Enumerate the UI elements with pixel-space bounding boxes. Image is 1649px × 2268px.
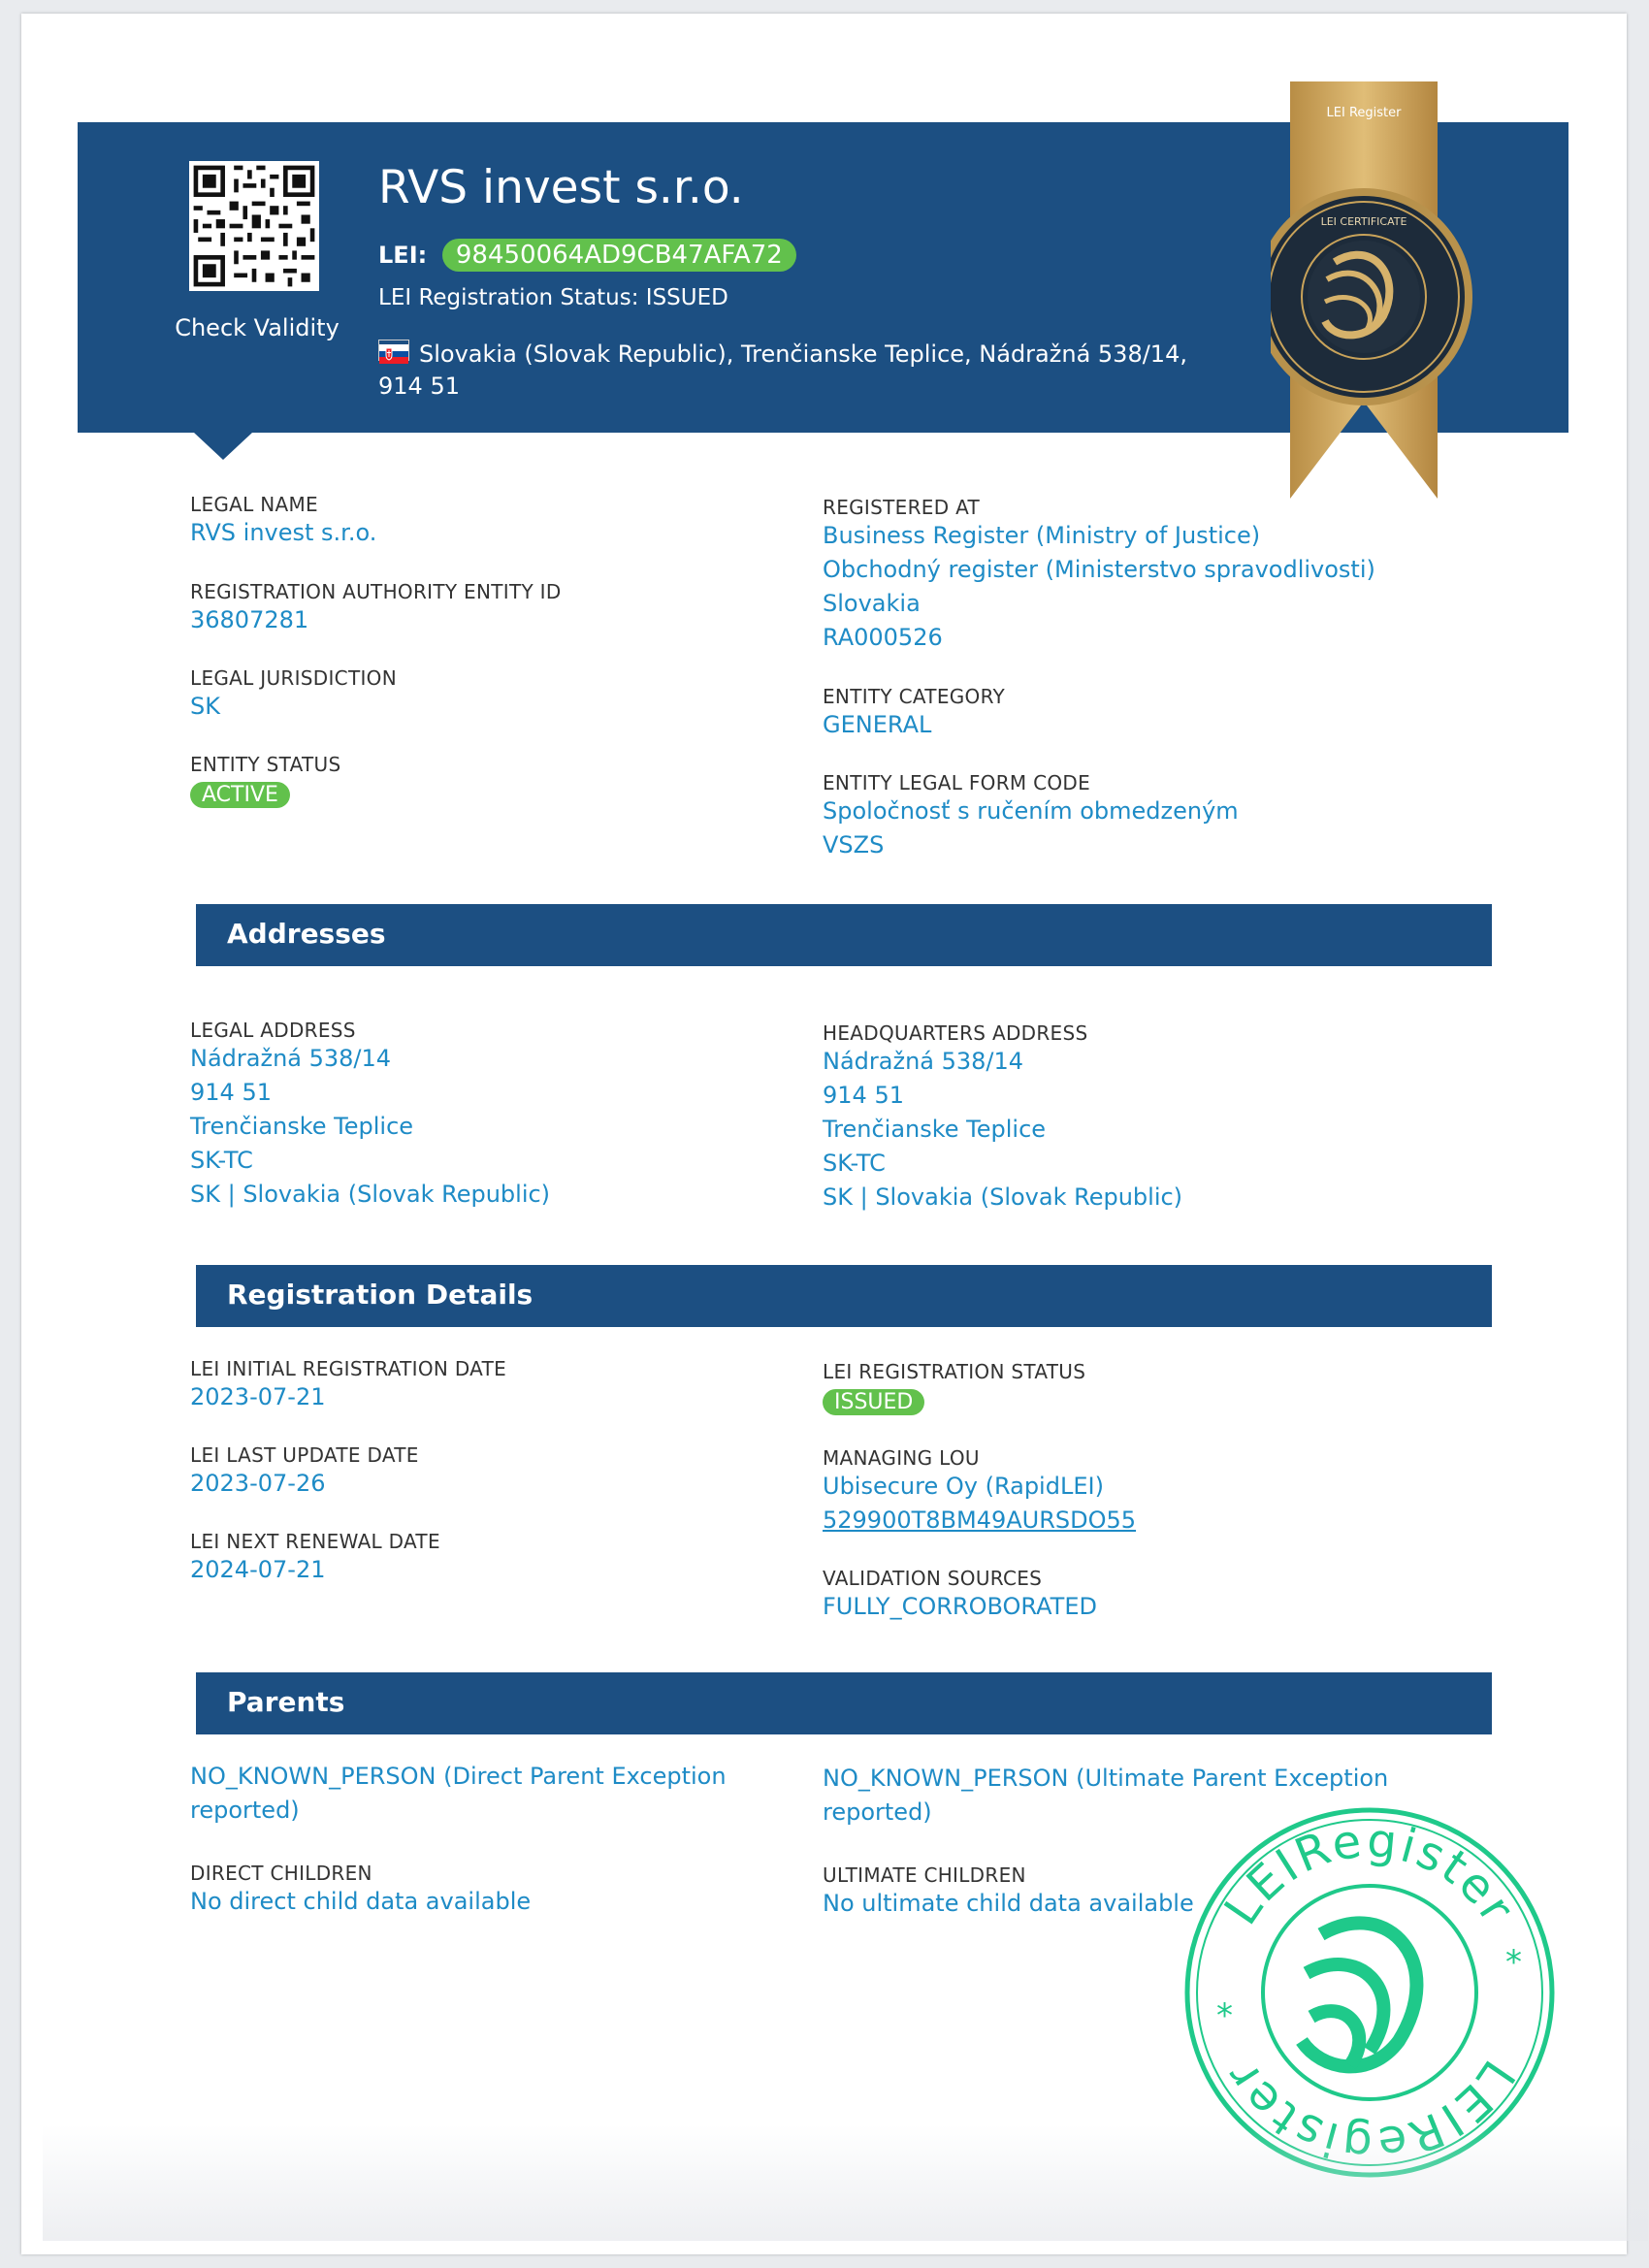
hq-address-label: HEADQUARTERS ADDRESS [823, 1021, 1088, 1045]
registration-title: Registration Details [227, 1279, 534, 1311]
registered-at-line: Obchodný register (Ministerstvo spravodl… [823, 556, 1375, 583]
initial-registration-value: 2023-07-21 [190, 1383, 326, 1410]
svg-text:*: * [1505, 1943, 1522, 1982]
entity-category-field: ENTITY CATEGORY GENERAL [823, 685, 1005, 742]
hq-address-line: 914 51 [823, 1082, 904, 1109]
svg-text:*: * [1216, 1996, 1233, 2035]
registered-at-line: RA000526 [823, 624, 943, 651]
hq-address-line: Trenčianske Teplice [823, 1116, 1047, 1143]
qr-code[interactable] [189, 161, 319, 291]
check-validity-label[interactable]: Check Validity [136, 314, 378, 341]
next-renewal-value: 2024-07-21 [190, 1556, 326, 1583]
stamp-globe-icon [1296, 1916, 1424, 2074]
registration-status-label: LEI REGISTRATION STATUS [823, 1360, 1086, 1383]
entity-category-label: ENTITY CATEGORY [823, 685, 1006, 708]
header-pointer [194, 433, 252, 460]
slovakia-flag-icon [378, 340, 409, 364]
hq-address-line: Nádražná 538/14 [823, 1048, 1024, 1075]
addresses-section-bar: Addresses [196, 904, 1492, 966]
stamp-text-top: LEIRegister [1214, 1813, 1523, 1934]
legal-form-field: ENTITY LEGAL FORM CODE Spoločnosť s ruče… [823, 771, 1239, 862]
header-address-text: Slovakia (Slovak Republic), Trenčianske … [378, 340, 1187, 400]
next-renewal-label: LEI NEXT RENEWAL DATE [190, 1530, 440, 1553]
svg-text:LEIRegister: LEIRegister [1214, 1813, 1526, 1934]
validation-sources-field: VALIDATION SOURCES FULLY_CORROBORATED [823, 1567, 1097, 1624]
registration-section-bar: Registration Details [196, 1265, 1492, 1327]
legal-form-line: Spoločnosť s ručením obmedzeným [823, 797, 1239, 825]
registered-at-line: Business Register (Ministry of Justice) [823, 522, 1261, 549]
parents-section-bar: Parents [196, 1672, 1492, 1734]
ultimate-children-value: No ultimate child data available [823, 1890, 1194, 1917]
registered-at-line: Slovakia [823, 590, 921, 617]
addresses-title: Addresses [227, 918, 386, 950]
lei-certificate-ribbon-seal: LEI Register LEI CERTIFICATE [1255, 81, 1523, 512]
initial-registration-field: LEI INITIAL REGISTRATION DATE 2023-07-21 [190, 1357, 506, 1414]
legal-form-line: VSZS [823, 831, 885, 859]
next-renewal-field: LEI NEXT RENEWAL DATE 2024-07-21 [190, 1530, 440, 1587]
ultimate-children-field: ULTIMATE CHILDREN No ultimate child data… [823, 1863, 1194, 1921]
legal-address-line: Trenčianske Teplice [190, 1113, 414, 1140]
company-name: RVS invest s.r.o. [378, 161, 744, 214]
ra-entity-id-field: REGISTRATION AUTHORITY ENTITY ID 3680728… [190, 580, 562, 637]
legal-name-value: RVS invest s.r.o. [190, 519, 377, 546]
validation-sources-value: FULLY_CORROBORATED [823, 1593, 1097, 1620]
direct-parent-field: NO_KNOWN_PERSON (Direct Parent Exception… [190, 1760, 743, 1828]
last-update-label: LEI LAST UPDATE DATE [190, 1443, 419, 1467]
registration-status-badge: ISSUED [823, 1389, 925, 1415]
legal-address-field: LEGAL ADDRESS Nádražná 538/14 914 51 Tre… [190, 1019, 550, 1212]
parents-title: Parents [227, 1686, 345, 1718]
certificate-page: Check Validity RVS invest s.r.o. LEI: 98… [21, 14, 1648, 2254]
legal-address-label: LEGAL ADDRESS [190, 1019, 356, 1042]
hq-address-field: HEADQUARTERS ADDRESS Nádražná 538/14 914… [823, 1021, 1182, 1215]
validation-sources-label: VALIDATION SOURCES [823, 1567, 1043, 1590]
managing-lou-field: MANAGING LOU Ubisecure Oy (RapidLEI) 529… [823, 1446, 1136, 1538]
legal-address-line: 914 51 [190, 1079, 272, 1106]
jurisdiction-value: SK [190, 693, 220, 720]
direct-children-field: DIRECT CHILDREN No direct child data ava… [190, 1862, 531, 1919]
direct-children-label: DIRECT CHILDREN [190, 1862, 372, 1885]
ultimate-children-label: ULTIMATE CHILDREN [823, 1863, 1026, 1887]
legal-form-label: ENTITY LEGAL FORM CODE [823, 771, 1091, 794]
lei-label: LEI: [378, 242, 428, 269]
page-bottom-shading [43, 2124, 1648, 2241]
lei-code-badge: 98450064AD9CB47AFA72 [441, 239, 796, 272]
entity-status-badge: ACTIVE [190, 782, 290, 808]
entity-category-value: GENERAL [823, 711, 932, 738]
managing-lou-code-link[interactable]: 529900T8BM49AURSDO55 [823, 1504, 1136, 1538]
last-update-value: 2023-07-26 [190, 1470, 326, 1497]
registered-at-field: REGISTERED AT Business Register (Ministr… [823, 496, 1375, 655]
entity-status-field: ENTITY STATUS ACTIVE [190, 753, 340, 808]
initial-registration-label: LEI INITIAL REGISTRATION DATE [190, 1357, 507, 1380]
last-update-field: LEI LAST UPDATE DATE 2023-07-26 [190, 1443, 419, 1501]
ra-entity-id-label: REGISTRATION AUTHORITY ENTITY ID [190, 580, 562, 603]
legal-name-label: LEGAL NAME [190, 493, 318, 516]
registration-status-field: LEI REGISTRATION STATUS ISSUED [823, 1360, 1085, 1415]
entity-status-label: ENTITY STATUS [190, 753, 341, 776]
legal-address-line: SK-TC [190, 1147, 253, 1174]
jurisdiction-label: LEGAL JURISDICTION [190, 666, 397, 690]
ra-entity-id-value: 36807281 [190, 606, 309, 633]
direct-parent-value: NO_KNOWN_PERSON (Direct Parent Exception… [190, 1763, 727, 1824]
direct-children-value: No direct child data available [190, 1888, 532, 1915]
header-address: Slovakia (Slovak Republic), Trenčianske … [378, 339, 1232, 403]
legal-address-line: SK | Slovakia (Slovak Republic) [190, 1181, 551, 1208]
managing-lou-label: MANAGING LOU [823, 1446, 980, 1470]
ribbon-text: LEI Register [1327, 106, 1403, 120]
legal-name-field: LEGAL NAME RVS invest s.r.o. [190, 493, 376, 550]
legal-address-line: Nádražná 538/14 [190, 1045, 392, 1072]
lei-row: LEI: 98450064AD9CB47AFA72 [378, 239, 796, 272]
jurisdiction-field: LEGAL JURISDICTION SK [190, 666, 397, 724]
hq-address-line: SK | Slovakia (Slovak Republic) [823, 1183, 1183, 1211]
lei-registration-status: LEI Registration Status: ISSUED [378, 285, 728, 310]
managing-lou-name: Ubisecure Oy (RapidLEI) [823, 1473, 1104, 1500]
hq-address-line: SK-TC [823, 1150, 886, 1177]
seal-text: LEI CERTIFICATE [1321, 215, 1407, 228]
registered-at-label: REGISTERED AT [823, 496, 981, 519]
